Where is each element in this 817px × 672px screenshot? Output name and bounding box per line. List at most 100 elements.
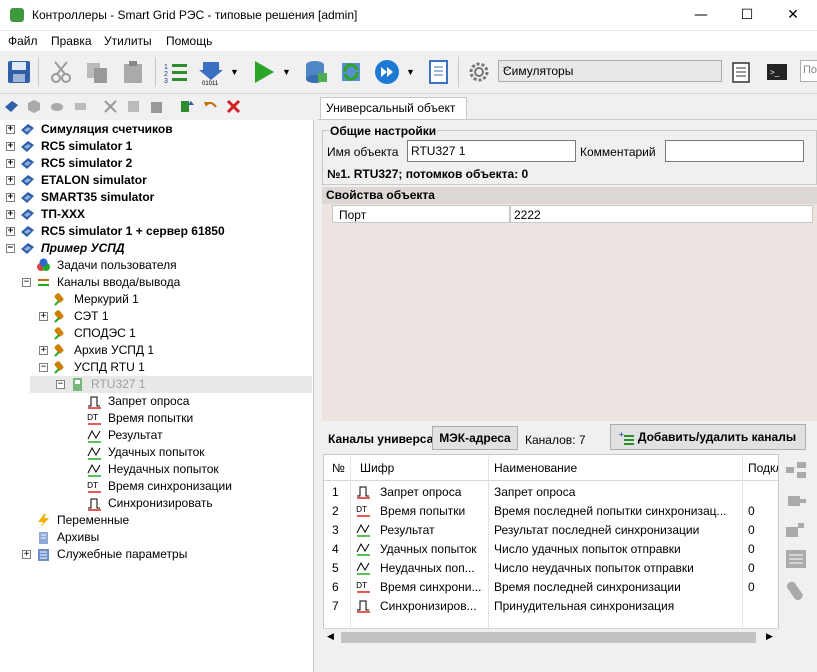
link-icon[interactable] xyxy=(50,99,65,114)
tree-item[interactable]: + Архив УСПД 1 xyxy=(0,342,312,359)
tree-item[interactable]: Удачных попыток xyxy=(0,444,312,461)
expand-icon[interactable]: + xyxy=(6,193,15,202)
cut-icon[interactable] xyxy=(48,59,74,85)
remove-red-x-icon[interactable] xyxy=(226,99,241,114)
minimize-button[interactable]: — xyxy=(678,0,724,30)
expand-icon[interactable]: + xyxy=(6,125,15,134)
fast-forward-icon[interactable] xyxy=(374,59,400,85)
report-icon[interactable] xyxy=(426,59,452,85)
dropdown-arrow-icon[interactable]: ▼ xyxy=(230,67,239,77)
column-header-code[interactable]: Шифр xyxy=(360,461,394,475)
tree-item[interactable]: − RTU327 1 xyxy=(0,376,312,393)
tree-item[interactable]: Переменные xyxy=(0,512,312,529)
menu-help[interactable]: Помощь xyxy=(166,34,212,48)
expand-icon[interactable]: + xyxy=(22,550,31,559)
tree-item[interactable]: Меркурий 1 xyxy=(0,291,312,308)
tree-item[interactable]: Результат xyxy=(0,427,312,444)
expand-icon[interactable]: + xyxy=(6,210,15,219)
gear-icon[interactable] xyxy=(466,59,492,85)
collapse-icon[interactable]: − xyxy=(22,278,31,287)
tab-universal-object[interactable]: Универсальный объект xyxy=(320,97,467,119)
tree-item[interactable]: DT Время попытки xyxy=(0,410,312,427)
object-name-field[interactable]: RTU327 1 xyxy=(407,140,576,162)
tree-item[interactable]: Запрет опроса xyxy=(0,393,312,410)
menu-utilities[interactable]: Утилиты xyxy=(104,34,152,48)
tree-item[interactable]: + RC5 simulator 2 xyxy=(0,155,312,172)
expand-icon[interactable]: + xyxy=(39,346,48,355)
channels-table[interactable]: № Шифр Наименование Подкл 1 Запрет опроса… xyxy=(323,454,779,645)
expand-icon[interactable]: + xyxy=(39,312,48,321)
database-export-icon[interactable] xyxy=(302,59,328,85)
collapse-icon[interactable]: − xyxy=(56,380,65,389)
download-binary-icon[interactable]: 01011 xyxy=(198,59,224,85)
tree-item[interactable]: DT Время синхронизации xyxy=(0,478,312,495)
tree-item[interactable]: СПОДЭС 1 xyxy=(0,325,312,342)
expand-icon[interactable]: + xyxy=(6,227,15,236)
column-header-number[interactable]: № xyxy=(332,461,345,475)
undo-icon[interactable] xyxy=(203,99,218,114)
add-remove-channels-button[interactable]: + Добавить/удалить каналы xyxy=(610,424,806,450)
search-input[interactable]: По xyxy=(800,60,817,82)
move-up-icon[interactable] xyxy=(180,99,195,114)
dropdown-arrow-icon[interactable]: ▼ xyxy=(406,67,415,77)
channel-list-icon[interactable] xyxy=(784,548,808,570)
sync-icon[interactable] xyxy=(338,59,364,85)
copy-icon[interactable] xyxy=(84,59,110,85)
plug-out-icon[interactable] xyxy=(784,519,808,541)
tree-item[interactable]: + ETALON simulator xyxy=(0,172,312,189)
object-add-icon[interactable] xyxy=(4,99,19,114)
tree-item[interactable]: Задачи пользователя xyxy=(0,257,312,274)
expand-icon[interactable]: + xyxy=(6,142,15,151)
expand-icon[interactable]: + xyxy=(6,176,15,185)
scrollbar-thumb[interactable] xyxy=(341,632,756,643)
tree-item[interactable]: Синхронизировать xyxy=(0,495,312,512)
collapse-icon[interactable]: − xyxy=(6,244,15,253)
property-value-port[interactable]: 2222 xyxy=(510,205,813,223)
close-button[interactable]: ✕ xyxy=(770,0,816,30)
tab-channels[interactable]: Каналы универса xyxy=(328,432,433,446)
menu-file[interactable]: Файл xyxy=(8,34,38,48)
save-icon[interactable] xyxy=(6,59,32,85)
delete-tool-icon[interactable] xyxy=(103,99,118,114)
tree-item[interactable]: − Пример УСПД xyxy=(0,240,312,257)
table-row[interactable]: 2 DT Время попытки Время последней попытки … xyxy=(324,501,778,520)
tree-item[interactable]: + СЭТ 1 xyxy=(0,308,312,325)
paste-icon[interactable] xyxy=(120,59,146,85)
table-row[interactable]: 6 DT Время синхрони... Время последней синх… xyxy=(324,577,778,596)
table-row[interactable]: 5 Неудачных поп... Число неудачных попыток… xyxy=(324,558,778,577)
table-row[interactable]: 7 Синхронизиров... Принудительная синхрони… xyxy=(324,596,778,615)
table-row[interactable]: 3 Результат Результат последней синхрониза… xyxy=(324,520,778,539)
dropdown-arrow-icon[interactable]: ▼ xyxy=(282,67,291,77)
expand-icon[interactable]: + xyxy=(6,159,15,168)
tree-item[interactable]: + RC5 simulator 1 + сервер 61850 xyxy=(0,223,312,240)
plug-in-icon[interactable] xyxy=(784,490,808,512)
mek-addresses-button[interactable]: МЭК-адреса xyxy=(432,426,518,450)
copy-object-icon[interactable] xyxy=(126,99,141,114)
collapse-icon[interactable]: − xyxy=(39,363,48,372)
tree-item[interactable]: Архивы xyxy=(0,529,312,546)
paste-object-icon[interactable] xyxy=(149,99,164,114)
menu-edit[interactable]: Правка xyxy=(51,34,92,48)
tree-item[interactable]: Неудачных попыток xyxy=(0,461,312,478)
tree-item[interactable]: + Симуляция счетчиков xyxy=(0,121,312,138)
tree-item[interactable]: + RC5 simulator 1 xyxy=(0,138,312,155)
column-header-name[interactable]: Наименование xyxy=(494,461,577,475)
comment-field[interactable] xyxy=(665,140,804,162)
table-row[interactable]: 4 Удачных попыток Число удачных попыток от… xyxy=(324,539,778,558)
hexagon-icon[interactable] xyxy=(27,99,42,114)
tree-item[interactable]: + SMART35 simulator xyxy=(0,189,312,206)
maximize-button[interactable]: ☐ xyxy=(724,0,770,30)
scroll-left-icon[interactable]: ◀ xyxy=(327,631,334,642)
horizontal-scrollbar[interactable]: ◀ ▶ xyxy=(323,628,779,645)
split-icon[interactable] xyxy=(73,99,88,114)
tree-item[interactable]: − Каналы ввода/вывода xyxy=(0,274,312,291)
tag-icon[interactable] xyxy=(784,578,808,600)
scroll-right-icon[interactable]: ▶ xyxy=(766,631,773,642)
list-numbered-icon[interactable]: 123 xyxy=(163,59,189,85)
column-header-connection[interactable]: Подкл xyxy=(748,461,778,475)
tree-item[interactable]: + Служебные параметры xyxy=(0,546,312,563)
table-row[interactable]: 1 Запрет опроса Запрет опроса xyxy=(324,482,778,501)
console-icon[interactable]: >_ xyxy=(764,59,790,85)
run-icon[interactable] xyxy=(250,59,276,85)
connect-channel-icon[interactable] xyxy=(784,459,808,481)
